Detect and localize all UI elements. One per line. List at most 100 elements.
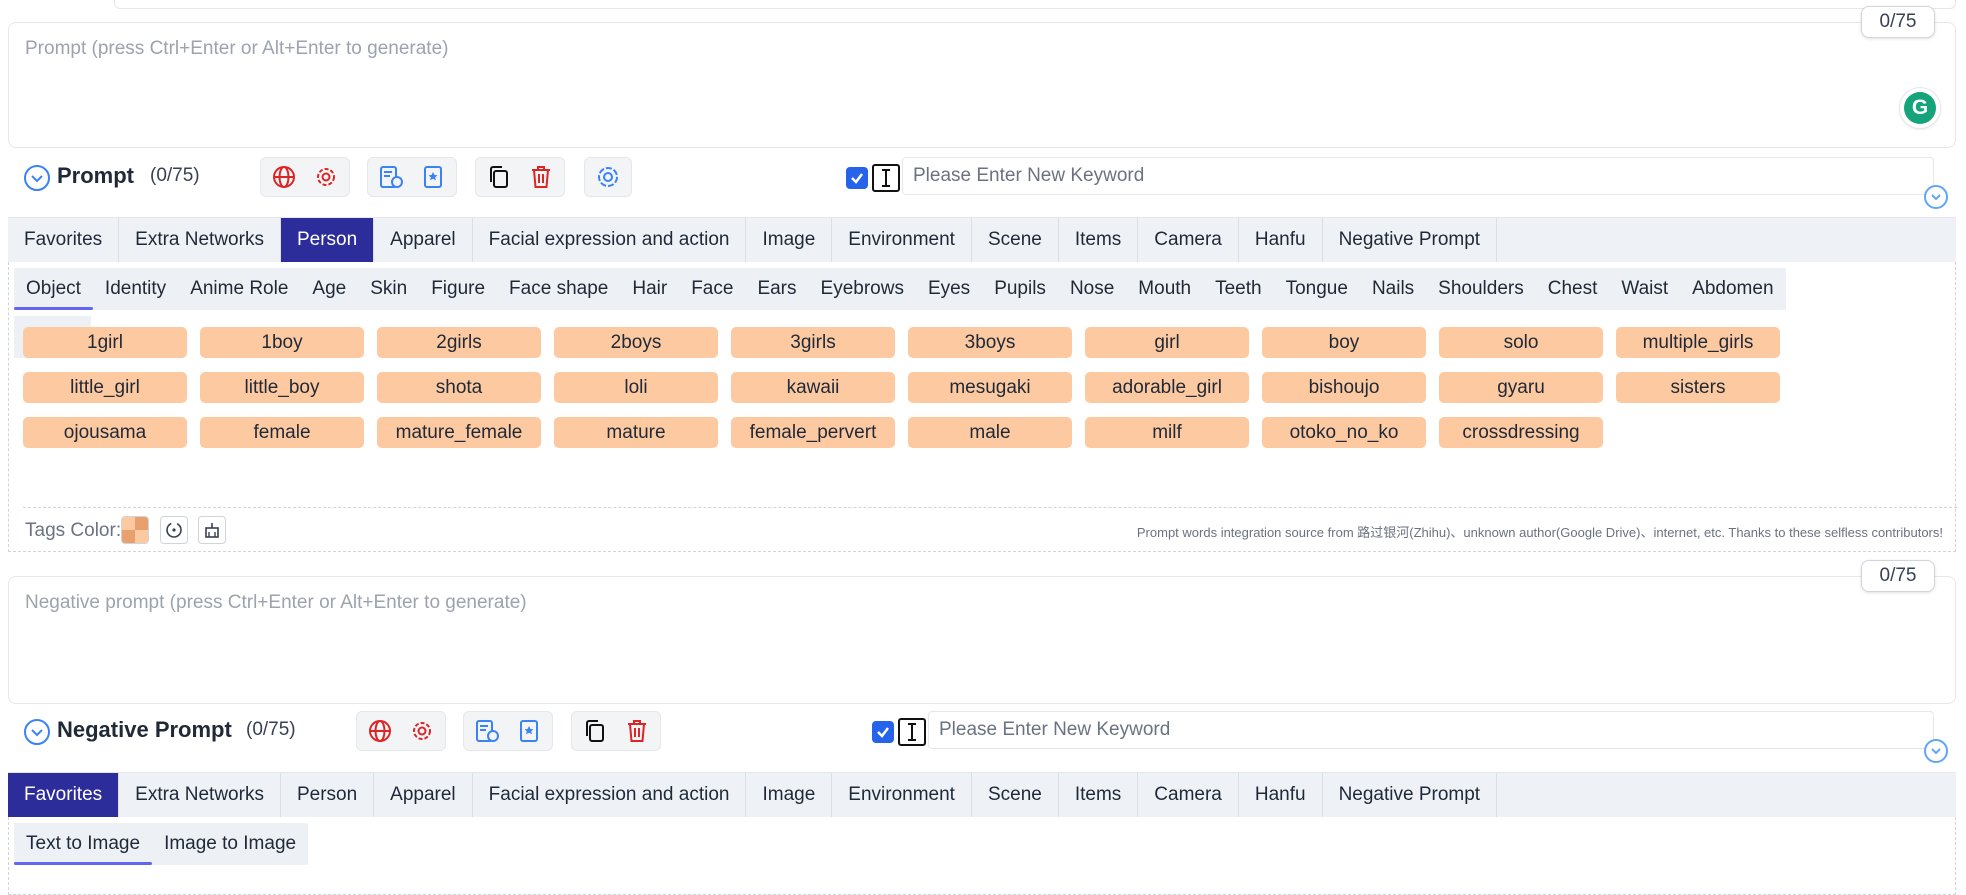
subtab-teeth[interactable]: Teeth [1203,268,1274,310]
subtab-object[interactable]: Object [14,268,93,310]
tab-negative-prompt[interactable]: Negative Prompt [1323,773,1498,817]
reset-color-icon[interactable] [160,516,188,544]
subtab-face-shape[interactable]: Face shape [497,268,621,310]
tag-1girl[interactable]: 1girl [23,327,187,358]
tab-facial-expression-and-action[interactable]: Facial expression and action [473,773,747,817]
trash-icon[interactable] [526,162,556,192]
subtab-face[interactable]: Face [679,268,746,310]
subtab-waist[interactable]: Waist [1609,268,1681,310]
grammarly-icon[interactable]: G [1899,87,1941,129]
tab-negative-prompt[interactable]: Negative Prompt [1323,218,1498,262]
subtab-text-to-image[interactable]: Text to Image [14,823,153,865]
subtab-eyebrows[interactable]: Eyebrows [808,268,916,310]
subtab-eyes[interactable]: Eyes [915,268,983,310]
subtab-shoulders[interactable]: Shoulders [1426,268,1536,310]
subtab-identity[interactable]: Identity [92,268,179,310]
tab-person[interactable]: Person [281,773,375,817]
subtab-figure[interactable]: Figure [419,268,498,310]
history-icon[interactable] [376,162,406,192]
tag-female[interactable]: female [200,417,364,448]
tab-extra-networks[interactable]: Extra Networks [119,773,281,817]
keyword-checkbox[interactable] [872,721,894,743]
globe-icon[interactable] [269,162,299,192]
collapse-icon[interactable] [24,165,50,191]
expand-icon[interactable] [1924,185,1948,209]
tab-camera[interactable]: Camera [1138,218,1239,262]
tag-little-boy[interactable]: little_boy [200,372,364,403]
subtab-age[interactable]: Age [300,268,359,310]
tag-boy[interactable]: boy [1262,327,1426,358]
tag-solo[interactable]: solo [1439,327,1603,358]
subtab-hair[interactable]: Hair [620,268,680,310]
tag-loli[interactable]: loli [554,372,718,403]
tab-hanfu[interactable]: Hanfu [1239,773,1323,817]
tab-favorites[interactable]: Favorites [8,773,120,817]
tag-mesugaki[interactable]: mesugaki [908,372,1072,403]
tab-facial-expression-and-action[interactable]: Facial expression and action [473,218,747,262]
tag-ojousama[interactable]: ojousama [23,417,187,448]
subtab-ears[interactable]: Ears [745,268,809,310]
subtab-nails[interactable]: Nails [1359,268,1427,310]
bookmark-icon[interactable] [514,716,544,746]
subtab-tongue[interactable]: Tongue [1273,268,1360,310]
tab-camera[interactable]: Camera [1138,773,1239,817]
copy-icon[interactable] [484,162,514,192]
globe-icon[interactable] [365,716,395,746]
tab-items[interactable]: Items [1059,218,1139,262]
tag-2girls[interactable]: 2girls [377,327,541,358]
trash-icon[interactable] [622,716,652,746]
keyword-checkbox[interactable] [846,167,868,189]
tab-environment[interactable]: Environment [832,773,972,817]
new-keyword-input[interactable] [902,157,1934,195]
subtab-pupils[interactable]: Pupils [982,268,1058,310]
tab-environment[interactable]: Environment [832,218,972,262]
subtab-anime-role[interactable]: Anime Role [178,268,301,310]
color-swatch[interactable] [121,516,149,544]
copy-icon[interactable] [580,716,610,746]
tag-3girls[interactable]: 3girls [731,327,895,358]
tag-girl[interactable]: girl [1085,327,1249,358]
tab-apparel[interactable]: Apparel [374,218,473,262]
subtab-chest[interactable]: Chest [1535,268,1610,310]
tab-favorites[interactable]: Favorites [8,218,120,262]
prompt-input[interactable] [9,23,1955,147]
tag-kawaii[interactable]: kawaii [731,372,895,403]
tab-hanfu[interactable]: Hanfu [1239,218,1323,262]
tab-image[interactable]: Image [746,218,833,262]
tag-mature-female[interactable]: mature_female [377,417,541,448]
gear-icon[interactable] [407,716,437,746]
tab-image[interactable]: Image [746,773,833,817]
collapse-icon[interactable] [24,719,50,745]
tag-crossdressing[interactable]: crossdressing [1439,417,1603,448]
tag-bishoujo[interactable]: bishoujo [1262,372,1426,403]
subtab-mouth[interactable]: Mouth [1126,268,1204,310]
tab-person[interactable]: Person [280,218,375,262]
subtab-abdomen[interactable]: Abdomen [1680,268,1786,310]
tab-extra-networks[interactable]: Extra Networks [119,218,281,262]
tab-apparel[interactable]: Apparel [374,773,473,817]
openai-icon[interactable] [593,162,623,192]
palette-icon[interactable] [198,516,226,544]
tab-scene[interactable]: Scene [972,773,1059,817]
tag-milf[interactable]: milf [1085,417,1249,448]
bookmark-icon[interactable] [418,162,448,192]
tag-gyaru[interactable]: gyaru [1439,372,1603,403]
tag-otoko-no-ko[interactable]: otoko_no_ko [1262,417,1426,448]
tag-2boys[interactable]: 2boys [554,327,718,358]
tag-sisters[interactable]: sisters [1616,372,1780,403]
tag-1boy[interactable]: 1boy [200,327,364,358]
gear-icon[interactable] [311,162,341,192]
tag-shota[interactable]: shota [377,372,541,403]
tag-male[interactable]: male [908,417,1072,448]
tag-multiple-girls[interactable]: multiple_girls [1616,327,1780,358]
tag-little-girl[interactable]: little_girl [23,372,187,403]
tab-items[interactable]: Items [1059,773,1139,817]
tag-female-pervert[interactable]: female_pervert [731,417,895,448]
new-keyword-input[interactable] [928,711,1934,749]
tag-mature[interactable]: mature [554,417,718,448]
tab-scene[interactable]: Scene [972,218,1059,262]
tag-3boys[interactable]: 3boys [908,327,1072,358]
negative-prompt-input[interactable] [9,577,1955,703]
subtab-image-to-image[interactable]: Image to Image [152,823,309,865]
subtab-skin[interactable]: Skin [358,268,420,310]
